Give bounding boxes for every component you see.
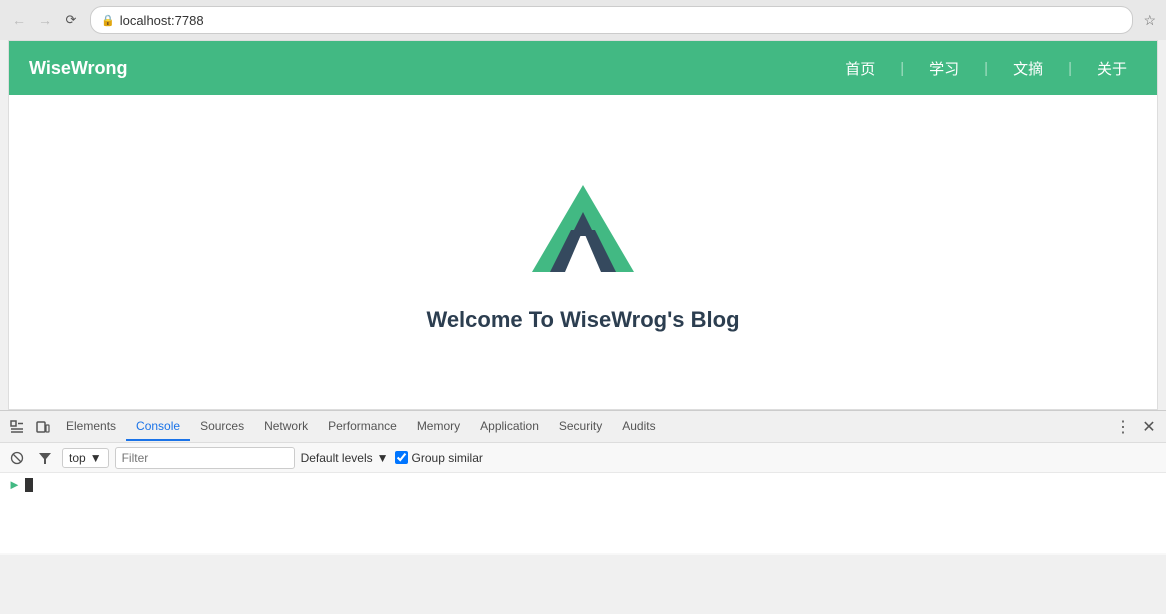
console-levels-dropdown[interactable]: Default levels ▼ (301, 451, 389, 465)
console-clear-button[interactable] (6, 447, 28, 469)
tab-audits[interactable]: Audits (612, 413, 665, 441)
console-context-value: top (69, 451, 86, 465)
console-filter-icon-button[interactable] (34, 447, 56, 469)
nav-link-home[interactable]: 首页 (835, 58, 885, 79)
levels-label: Default levels (301, 451, 373, 465)
address-bar-container[interactable]: 🔒 (90, 6, 1133, 34)
console-context-selector[interactable]: top ▼ (62, 448, 109, 468)
vue-logo (523, 167, 643, 287)
tab-memory[interactable]: Memory (407, 413, 470, 441)
devtools-inspect-button[interactable] (4, 414, 30, 440)
site-main: Welcome To WiseWrog's Blog (9, 95, 1157, 405)
nav-separator-3: | (1058, 60, 1082, 77)
console-content: ► (0, 473, 1166, 553)
site-nav: WiseWrong 首页 | 学习 | 文摘 | 关于 (9, 41, 1157, 95)
nav-link-digest[interactable]: 文摘 (1003, 58, 1053, 79)
site-title: Welcome To WiseWrog's Blog (426, 307, 739, 333)
devtools-device-toggle-button[interactable] (30, 414, 56, 440)
console-filter-input[interactable] (115, 447, 295, 469)
devtools-close-button[interactable]: ✕ (1136, 414, 1162, 440)
nav-separator-2: | (974, 60, 998, 77)
tab-application[interactable]: Application (470, 413, 549, 441)
tab-performance[interactable]: Performance (318, 413, 407, 441)
tab-network[interactable]: Network (254, 413, 318, 441)
console-bar: top ▼ Default levels ▼ Group similar (0, 443, 1166, 473)
website-content: WiseWrong 首页 | 学习 | 文摘 | 关于 (8, 40, 1158, 410)
tab-console[interactable]: Console (126, 413, 190, 441)
group-similar-container: Group similar (395, 451, 483, 465)
forward-button[interactable]: → (34, 9, 56, 31)
devtools-more-button[interactable]: ⋮ (1110, 414, 1136, 440)
tab-sources[interactable]: Sources (190, 413, 254, 441)
reload-button[interactable]: ⟳ (60, 9, 82, 31)
site-nav-links: 首页 | 学习 | 文摘 | 关于 (835, 58, 1137, 79)
nav-link-learn[interactable]: 学习 (919, 58, 969, 79)
console-cursor (25, 478, 33, 492)
nav-buttons: ← → ⟳ (8, 9, 82, 31)
console-prompt-arrow: ► (8, 477, 21, 492)
lock-icon: 🔒 (101, 14, 115, 27)
tab-elements[interactable]: Elements (56, 413, 126, 441)
browser-toolbar: ← → ⟳ 🔒 ☆ (0, 0, 1166, 40)
browser-chrome: ← → ⟳ 🔒 ☆ WiseWrong 首页 | 学习 | 文摘 | 关于 (0, 0, 1166, 555)
devtools-toolbar: Elements Console Sources Network Perform… (0, 411, 1166, 443)
nav-link-about[interactable]: 关于 (1087, 58, 1137, 79)
nav-separator-1: | (890, 60, 914, 77)
address-bar-input[interactable] (120, 13, 1123, 28)
chevron-down-icon: ▼ (90, 451, 102, 465)
bookmark-star-button[interactable]: ☆ (1141, 10, 1158, 31)
devtools-tabs: Elements Console Sources Network Perform… (56, 413, 1110, 441)
console-prompt[interactable]: ► (8, 477, 33, 492)
group-similar-checkbox[interactable] (395, 451, 408, 464)
levels-chevron-icon: ▼ (377, 451, 389, 465)
tab-security[interactable]: Security (549, 413, 612, 441)
devtools-panel: Elements Console Sources Network Perform… (0, 410, 1166, 555)
back-button[interactable]: ← (8, 9, 30, 31)
site-logo[interactable]: WiseWrong (29, 58, 128, 79)
group-similar-label[interactable]: Group similar (412, 451, 483, 465)
